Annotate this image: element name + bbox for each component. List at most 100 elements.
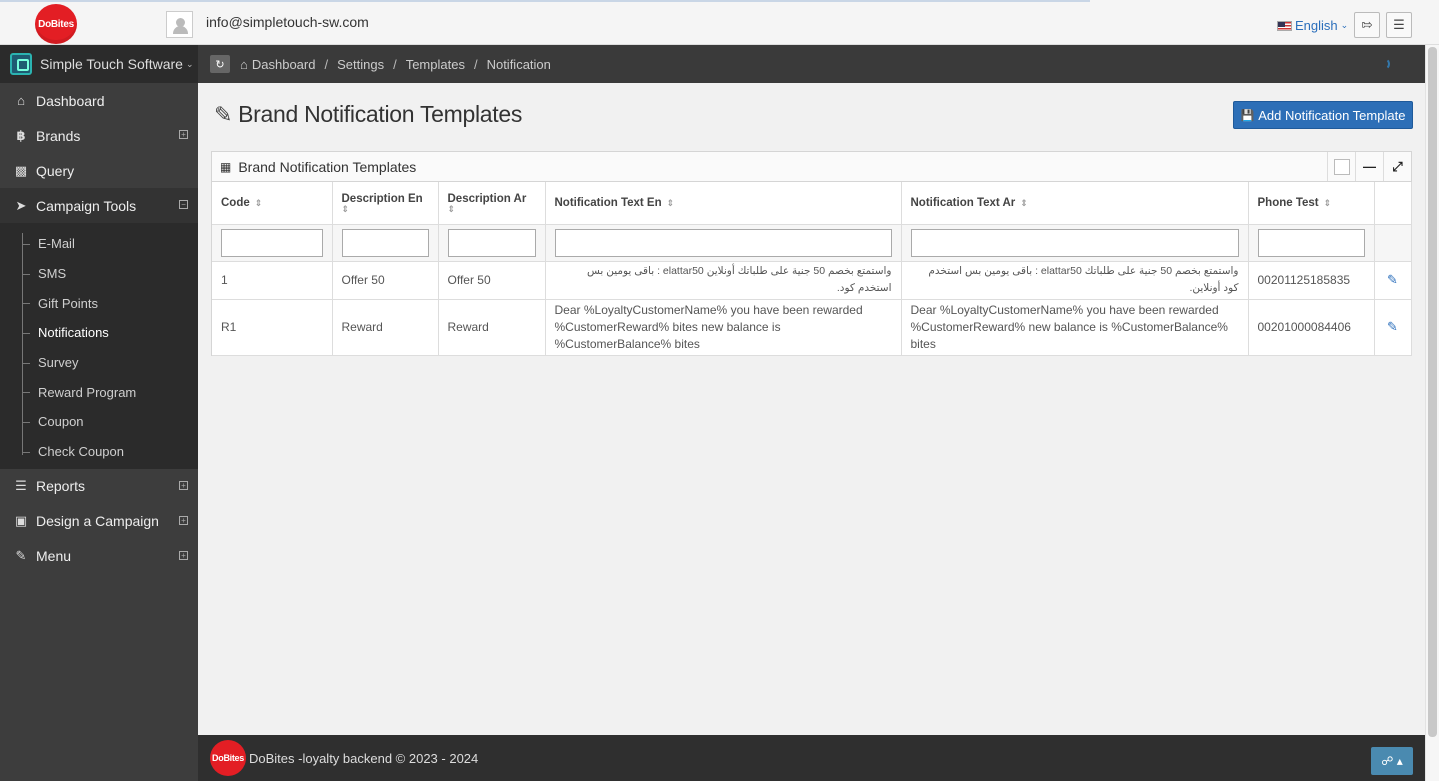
edit-row-button[interactable]: ✎ (1374, 299, 1412, 356)
scrollbar-thumb[interactable] (1428, 47, 1437, 737)
send-icon: ➤ (15, 197, 27, 213)
sidebar-item-campaign-tools[interactable]: ➤ Campaign Tools − (0, 188, 198, 223)
minus-icon: — (1363, 159, 1376, 174)
language-dropdown[interactable]: English ⌄ (1277, 18, 1348, 33)
sort-icon: ⇕ (254, 197, 263, 208)
panel-header: ▦ Brand Notification Templates — ⤢ (212, 152, 1411, 182)
breadcrumb-notification: Notification (486, 56, 551, 72)
table-row: 1 Offer 50 Offer 50 واستمتع بخصم 50 جنية… (212, 261, 1412, 300)
sidebar-item-label: Campaign Tools (36, 197, 137, 214)
add-notification-template-button[interactable]: 💾 Add Notification Template (1233, 101, 1413, 129)
sidebar-subitem-sms[interactable]: SMS (0, 259, 198, 289)
table-row: R1 Reward Reward Dear %LoyaltyCustomerNa… (212, 299, 1412, 356)
edit-icon: ✎ (214, 101, 233, 127)
footer-copyright: DoBites -loyalty backend © 2023 - 2024 (249, 751, 479, 766)
campaign-tools-submenu: E-Mail SMS Gift Points Notifications Sur… (0, 223, 198, 469)
filter-description-ar-input[interactable] (447, 228, 536, 257)
edit-icon: ✎ (15, 548, 27, 563)
user-email: info@simpletouch-sw.com (206, 14, 369, 30)
cell-phone-test: 00201125185835 (1248, 261, 1375, 300)
column-header-description-en[interactable]: Description En ⇕ (332, 182, 439, 225)
panel-collapse-button[interactable]: — (1355, 152, 1383, 181)
breadcrumb-settings[interactable]: Settings (337, 57, 384, 72)
puzzle-icon: ▩ (14, 162, 28, 178)
filter-notification-text-en-input[interactable] (554, 228, 892, 257)
brand-selector[interactable]: Simple Touch Software ⌄ (0, 45, 198, 83)
filter-row (212, 224, 1412, 262)
sidebar-item-query[interactable]: ▩ Query (0, 153, 198, 188)
breadcrumb-dashboard[interactable]: Dashboard (252, 57, 316, 72)
menu-toggle-button[interactable]: ☰ (1386, 12, 1412, 38)
sidebar-subitem-email[interactable]: E-Mail (0, 229, 198, 259)
column-header-notification-text-en[interactable]: Notification Text En ⇕ (545, 182, 902, 225)
footer: DoBites DoBites -loyalty backend © 2023 … (198, 735, 1425, 781)
column-header-code[interactable]: Code ⇕ (212, 182, 333, 225)
cell-notification-text-ar: واستمتع بخصم 50 جنية على طلباتك elattar5… (901, 261, 1249, 300)
add-button-label: Add Notification Template (1258, 107, 1406, 123)
sidebar-item-reports[interactable]: ☰ Reports + (0, 469, 198, 504)
filter-phone-test-input[interactable] (1257, 228, 1365, 257)
collapse-icon: − (179, 200, 188, 209)
sidebar-item-label: Query (36, 162, 75, 179)
user-avatar[interactable] (166, 11, 193, 38)
column-header-notification-text-ar[interactable]: Notification Text Ar ⇕ (901, 182, 1249, 225)
sidebar-subitem-survey[interactable]: Survey (0, 348, 198, 378)
sort-icon: ⇕ (1020, 197, 1028, 208)
sidebar-subitem-reward-program[interactable]: Reward Program (0, 377, 198, 407)
templates-table: Code ⇕ Description En ⇕ Description Ar ⇕ No… (212, 182, 1412, 356)
top-navbar: DoBites info@simpletouch-sw.com English … (0, 0, 1439, 45)
footer-settings-button[interactable]: ☍ ▴ (1371, 747, 1413, 775)
main-content: ↻ ⌂ Dashboard / Settings / Templates / N… (198, 45, 1425, 735)
edit-row-button[interactable]: ✎ (1374, 261, 1412, 300)
expand-icon: + (179, 480, 188, 490)
checkbox[interactable] (1333, 158, 1350, 175)
breadcrumb-templates[interactable]: Templates (406, 57, 465, 72)
sidebar-item-label: Brands (36, 127, 81, 144)
sidebar-item-design-campaign[interactable]: ▣ Design a Campaign + (0, 504, 198, 539)
pencil-icon: ✎ (1387, 272, 1398, 287)
column-header-actions (1374, 182, 1412, 225)
cell-code: R1 (212, 299, 333, 356)
save-icon: 💾 (1240, 109, 1255, 122)
expand-icon: + (179, 130, 188, 139)
cell-code: 1 (212, 261, 333, 300)
page-loading-bar (0, 0, 1090, 2)
cell-phone-test: 00201000084406 (1248, 299, 1375, 356)
expand-icon: + (179, 550, 188, 560)
filter-code-input[interactable] (221, 228, 323, 257)
home-icon: ⌂ (17, 93, 25, 108)
hamburger-icon: ☰ (1393, 17, 1405, 32)
logout-button[interactable]: ⇰ (1354, 12, 1380, 38)
sidebar-item-label: Design a Campaign (36, 513, 159, 529)
sidebar-subitem-check-coupon[interactable]: Check Coupon (0, 437, 198, 467)
sidebar-item-dashboard[interactable]: ⌂ Dashboard (0, 83, 198, 118)
sort-icon: ⇕ (447, 204, 456, 215)
panel-fullscreen-button[interactable]: ⤢ (1383, 152, 1411, 181)
dobites-footer-logo: DoBites (210, 740, 246, 776)
cell-description-ar: Offer 50 (438, 261, 546, 300)
dobites-logo[interactable]: DoBites (35, 4, 77, 44)
scrollbar[interactable] (1425, 45, 1439, 781)
brand-name: Simple Touch Software (40, 56, 183, 72)
panel-select-toggle[interactable] (1327, 152, 1355, 181)
language-label: English (1295, 18, 1338, 33)
sidebar-subitem-gift-points[interactable]: Gift Points (0, 288, 198, 318)
filter-notification-text-ar-input[interactable] (910, 228, 1239, 257)
column-header-description-ar[interactable]: Description Ar ⇕ (438, 182, 546, 225)
brand-logo-icon (10, 53, 32, 75)
sidebar-item-menu[interactable]: ✎ Menu + (0, 539, 198, 574)
sort-icon: ⇕ (341, 204, 350, 215)
cell-notification-text-ar: Dear %LoyaltyCustomerName% you have been… (901, 299, 1249, 356)
database-icon: ☰ (15, 478, 27, 493)
page-title-text: Brand Notification Templates (238, 101, 523, 127)
refresh-button[interactable]: ↻ (210, 55, 230, 73)
page-title: ✎ Brand Notification Templates (214, 101, 522, 128)
sidebar-subitem-notifications[interactable]: Notifications (0, 318, 198, 348)
cell-description-en: Reward (332, 299, 439, 356)
sidebar-subitem-coupon[interactable]: Coupon (0, 407, 198, 437)
filter-description-en-input[interactable] (341, 228, 429, 257)
column-header-phone-test[interactable]: Phone Test ⇕ (1248, 182, 1375, 225)
suitcase-icon: ▣ (14, 513, 28, 528)
sidebar-item-brands[interactable]: ฿ Brands + (0, 118, 198, 153)
us-flag-icon (1277, 20, 1292, 31)
